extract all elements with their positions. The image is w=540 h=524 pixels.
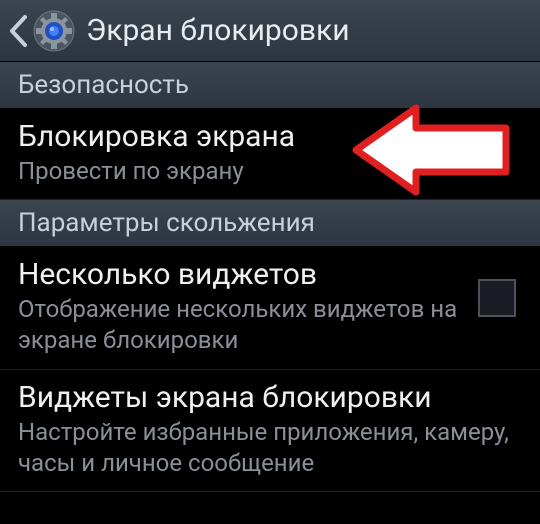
item-title: Блокировка экрана xyxy=(18,119,522,154)
back-icon[interactable] xyxy=(8,14,28,48)
item-multiple-widgets[interactable]: Несколько виджетов Отображение нескольки… xyxy=(0,247,540,369)
item-screen-lock[interactable]: Блокировка экрана Провести по экрану xyxy=(0,109,540,200)
section-label: Безопасность xyxy=(18,70,189,100)
section-header-slide: Параметры скольжения xyxy=(0,200,540,247)
item-content: Виджеты экрана блокировки Настройте избр… xyxy=(18,380,522,479)
item-subtitle: Отображение нескольких виджетов на экран… xyxy=(18,294,478,356)
item-title: Несколько виджетов xyxy=(18,257,478,292)
item-content: Блокировка экрана Провести по экрану xyxy=(18,119,522,187)
section-label: Параметры скольжения xyxy=(18,208,315,238)
header-bar: Экран блокировки xyxy=(0,0,540,62)
item-lock-widgets[interactable]: Виджеты экрана блокировки Настройте избр… xyxy=(0,370,540,492)
page-title: Экран блокировки xyxy=(86,13,350,48)
item-content: Несколько виджетов Отображение нескольки… xyxy=(18,257,478,356)
settings-gear-icon xyxy=(32,9,76,53)
item-subtitle: Настройте избранные приложения, камеру, … xyxy=(18,417,522,479)
item-subtitle: Провести по экрану xyxy=(18,156,522,187)
checkbox-multiple-widgets[interactable] xyxy=(478,279,516,317)
section-header-security: Безопасность xyxy=(0,62,540,109)
item-title: Виджеты экрана блокировки xyxy=(18,380,522,415)
